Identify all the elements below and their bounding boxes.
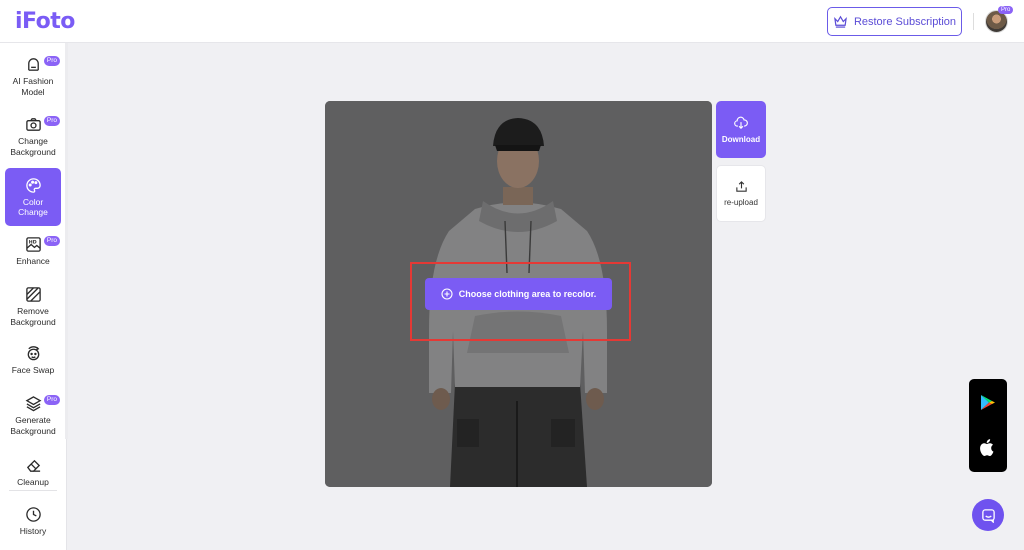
- crown-icon: [834, 15, 847, 28]
- eraser-icon: [26, 459, 40, 472]
- download-button[interactable]: Download: [716, 101, 766, 158]
- pro-badge: Pro: [43, 116, 60, 126]
- sidebar-item-label: AI Fashion Model: [12, 76, 54, 97]
- palette-icon: [25, 177, 41, 193]
- pro-badge: Pro: [43, 395, 60, 405]
- sidebar-item-change-background[interactable]: Change Background Pro: [5, 116, 61, 162]
- reupload-button[interactable]: re-upload: [716, 165, 766, 222]
- restore-subscription-label: Restore Subscription: [853, 15, 957, 28]
- face-swap-icon: [27, 346, 39, 361]
- sidebar-item-label: Face Swap: [11, 365, 55, 375]
- sidebar-item-cleanup[interactable]: Cleanup: [5, 457, 61, 489]
- sidebar-scrollbar[interactable]: [65, 43, 68, 439]
- avatar-pro-badge: Pro: [998, 6, 1014, 14]
- choose-clothing-area-button[interactable]: Choose clothing area to recolor.: [425, 278, 612, 310]
- cloud-download-icon: [734, 116, 748, 129]
- choose-clothing-label: Choose clothing area to recolor.: [458, 289, 597, 299]
- sidebar-item-label: Remove Background: [10, 306, 56, 327]
- reupload-label: re-upload: [724, 198, 758, 207]
- sidebar-item-generate-background[interactable]: Generate Background Pro: [5, 395, 61, 441]
- google-play-icon[interactable]: [980, 394, 996, 411]
- header-divider: [973, 13, 974, 30]
- apple-icon[interactable]: [979, 438, 996, 457]
- sidebar-item-history[interactable]: History: [5, 506, 61, 538]
- sidebar-item-ai-fashion-model[interactable]: AI Fashion Model Pro: [5, 56, 61, 102]
- remove-background-icon: [25, 287, 41, 302]
- sidebar-item-label: Generate Background: [10, 415, 56, 436]
- camera-icon: [25, 118, 41, 131]
- sidebar-item-label: Enhance: [16, 256, 50, 266]
- clock-icon: [25, 507, 41, 522]
- sidebar-item-label: Cleanup: [17, 477, 49, 487]
- chat-support-button[interactable]: [972, 499, 1004, 531]
- sidebar-item-remove-background[interactable]: Remove Background: [5, 286, 61, 332]
- sidebar-item-label: Color Change: [18, 196, 48, 218]
- pro-badge: Pro: [43, 56, 60, 66]
- app-store-panel: [969, 379, 1007, 472]
- svg-text:HD: HD: [28, 240, 36, 246]
- plus-circle-icon: [441, 288, 453, 300]
- sidebar: AI Fashion Model Pro Change Background P…: [0, 43, 68, 550]
- hd-image-icon: HD: [25, 237, 41, 252]
- sidebar-item-label: Change Background: [10, 136, 56, 157]
- restore-subscription-button[interactable]: Restore Subscription: [827, 7, 962, 36]
- pro-badge: Pro: [43, 236, 60, 246]
- sidebar-divider: [9, 490, 57, 491]
- sidebar-item-color-change[interactable]: Color Change: [5, 168, 61, 226]
- sidebar-item-face-swap[interactable]: Face Swap: [5, 345, 61, 381]
- download-label: Download: [721, 134, 761, 144]
- sidebar-item-enhance[interactable]: HD Enhance Pro: [5, 236, 61, 272]
- app-logo[interactable]: iFoto: [15, 9, 75, 34]
- hanger-icon: [27, 58, 39, 71]
- chat-icon: [981, 508, 995, 523]
- upload-icon: [735, 181, 747, 192]
- sidebar-item-label: History: [19, 526, 47, 536]
- layers-icon: [25, 396, 41, 412]
- top-header: iFoto Restore Subscription Pro: [0, 0, 1024, 43]
